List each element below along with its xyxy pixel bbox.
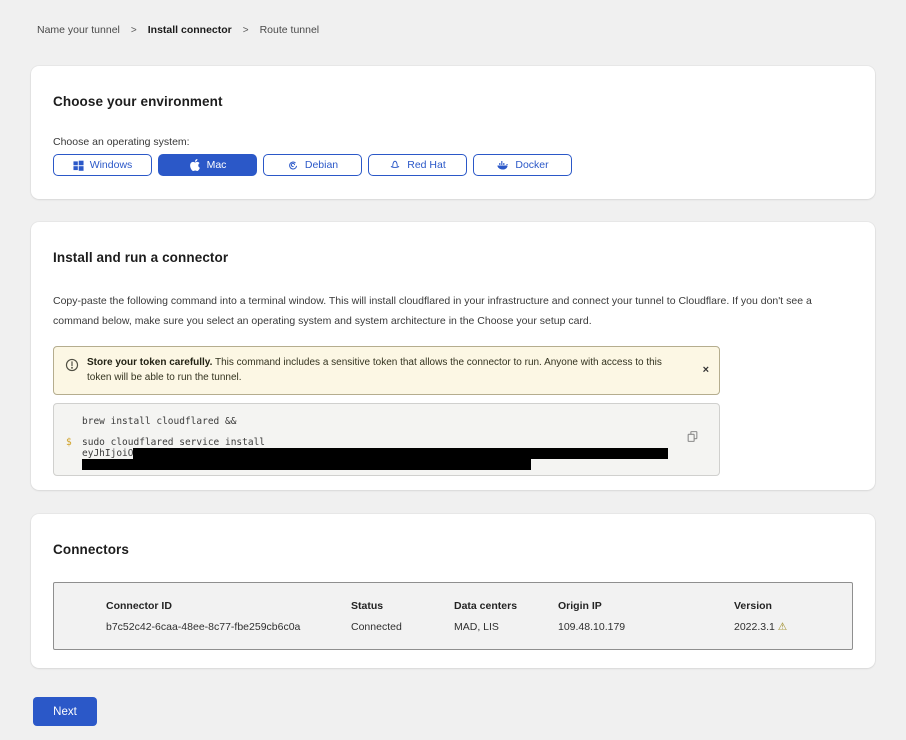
version-value: 2022.3.1: [734, 621, 775, 633]
code-line-token-2: [66, 459, 707, 470]
header-version: Version: [734, 600, 852, 612]
version-warning-icon: ⚠: [778, 621, 787, 633]
breadcrumb: Name your tunnel > Install connector > R…: [37, 24, 319, 36]
column-version: Version 2022.3.1 ⚠: [734, 600, 852, 649]
red-hat-icon: [389, 159, 401, 171]
debian-swirl-icon: [287, 159, 299, 171]
choose-environment-card: Choose your environment Choose an operat…: [31, 66, 875, 199]
os-button-label: Mac: [207, 159, 227, 171]
os-button-red-hat[interactable]: Red Hat: [368, 154, 467, 176]
column-origin-ip: Origin IP 109.48.10.179: [558, 600, 734, 649]
install-connector-card: Install and run a connector Copy-paste t…: [31, 222, 875, 490]
redacted-token-bar: [82, 459, 531, 470]
header-connector-id: Connector ID: [106, 600, 351, 612]
os-button-docker[interactable]: Docker: [473, 154, 572, 176]
token-warning-bold: Store your token carefully.: [87, 357, 212, 368]
install-card-title: Install and run a connector: [53, 250, 853, 265]
os-button-label: Docker: [515, 159, 548, 171]
breadcrumb-item-install-connector[interactable]: Install connector: [148, 24, 232, 36]
token-warning-text: Store your token carefully. This command…: [87, 355, 685, 386]
redacted-token-bar: [133, 448, 668, 459]
connectors-card: Connectors Connector ID b7c52c42-6caa-48…: [31, 514, 875, 668]
connectors-table: Connector ID b7c52c42-6caa-48ee-8c77-fbe…: [53, 582, 853, 650]
install-description: Copy-paste the following command into a …: [53, 291, 850, 332]
code-text-brew: brew install cloudflared &&: [82, 416, 236, 427]
cell-origin-ip: 109.48.10.179: [558, 621, 734, 633]
windows-icon: [73, 160, 84, 171]
code-line-token: eyJhIjoiO: [66, 448, 707, 459]
header-data-centers: Data centers: [454, 600, 558, 612]
header-status: Status: [351, 600, 454, 612]
code-prompt-blank: [66, 416, 82, 427]
install-command-codeblock: brew install cloudflared && $sudo cloudf…: [53, 403, 720, 476]
breadcrumb-item-route-tunnel[interactable]: Route tunnel: [260, 24, 320, 36]
code-prompt-blank: [66, 459, 82, 470]
breadcrumb-item-name-your-tunnel[interactable]: Name your tunnel: [37, 24, 120, 36]
cell-version: 2022.3.1 ⚠: [734, 621, 852, 633]
docker-whale-icon: [496, 159, 509, 171]
copy-icon: [686, 431, 699, 446]
connectors-card-title: Connectors: [53, 542, 853, 557]
code-text-sudo: sudo cloudflared service install: [82, 437, 265, 448]
os-button-label: Windows: [90, 159, 133, 171]
column-connector-id: Connector ID b7c52c42-6caa-48ee-8c77-fbe…: [106, 600, 351, 649]
token-warning-banner: Store your token carefully. This command…: [53, 346, 720, 395]
environment-card-title: Choose your environment: [53, 94, 853, 109]
apple-icon: [189, 159, 201, 171]
os-button-mac[interactable]: Mac: [158, 154, 257, 176]
shell-prompt: $: [66, 437, 82, 448]
breadcrumb-separator: >: [243, 25, 249, 36]
os-button-label: Debian: [305, 159, 338, 171]
code-line-sudo: $sudo cloudflared service install: [66, 437, 707, 448]
token-prefix: eyJhIjoiO: [82, 448, 133, 459]
tunnel-setup-page: Name your tunnel > Install connector > R…: [0, 0, 906, 740]
code-line-brew: brew install cloudflared &&: [66, 416, 707, 427]
banner-close-button[interactable]: ×: [703, 364, 709, 376]
cell-connector-id: b7c52c42-6caa-48ee-8c77-fbe259cb6c0a: [106, 621, 351, 633]
cell-data-centers: MAD, LIS: [454, 621, 558, 633]
column-status: Status Connected: [351, 600, 454, 649]
breadcrumb-separator: >: [131, 25, 137, 36]
alert-circle-icon: [65, 358, 79, 377]
os-button-debian[interactable]: Debian: [263, 154, 362, 176]
column-data-centers: Data centers MAD, LIS: [454, 600, 558, 649]
code-prompt-blank: [66, 448, 82, 459]
os-button-group: Windows Mac Debian: [53, 154, 853, 176]
os-button-label: Red Hat: [407, 159, 446, 171]
status-badge: Connected: [351, 621, 454, 633]
copy-command-button[interactable]: [686, 430, 699, 446]
os-select-label: Choose an operating system:: [53, 136, 853, 148]
os-button-windows[interactable]: Windows: [53, 154, 152, 176]
header-origin-ip: Origin IP: [558, 600, 734, 612]
next-button[interactable]: Next: [33, 697, 97, 726]
